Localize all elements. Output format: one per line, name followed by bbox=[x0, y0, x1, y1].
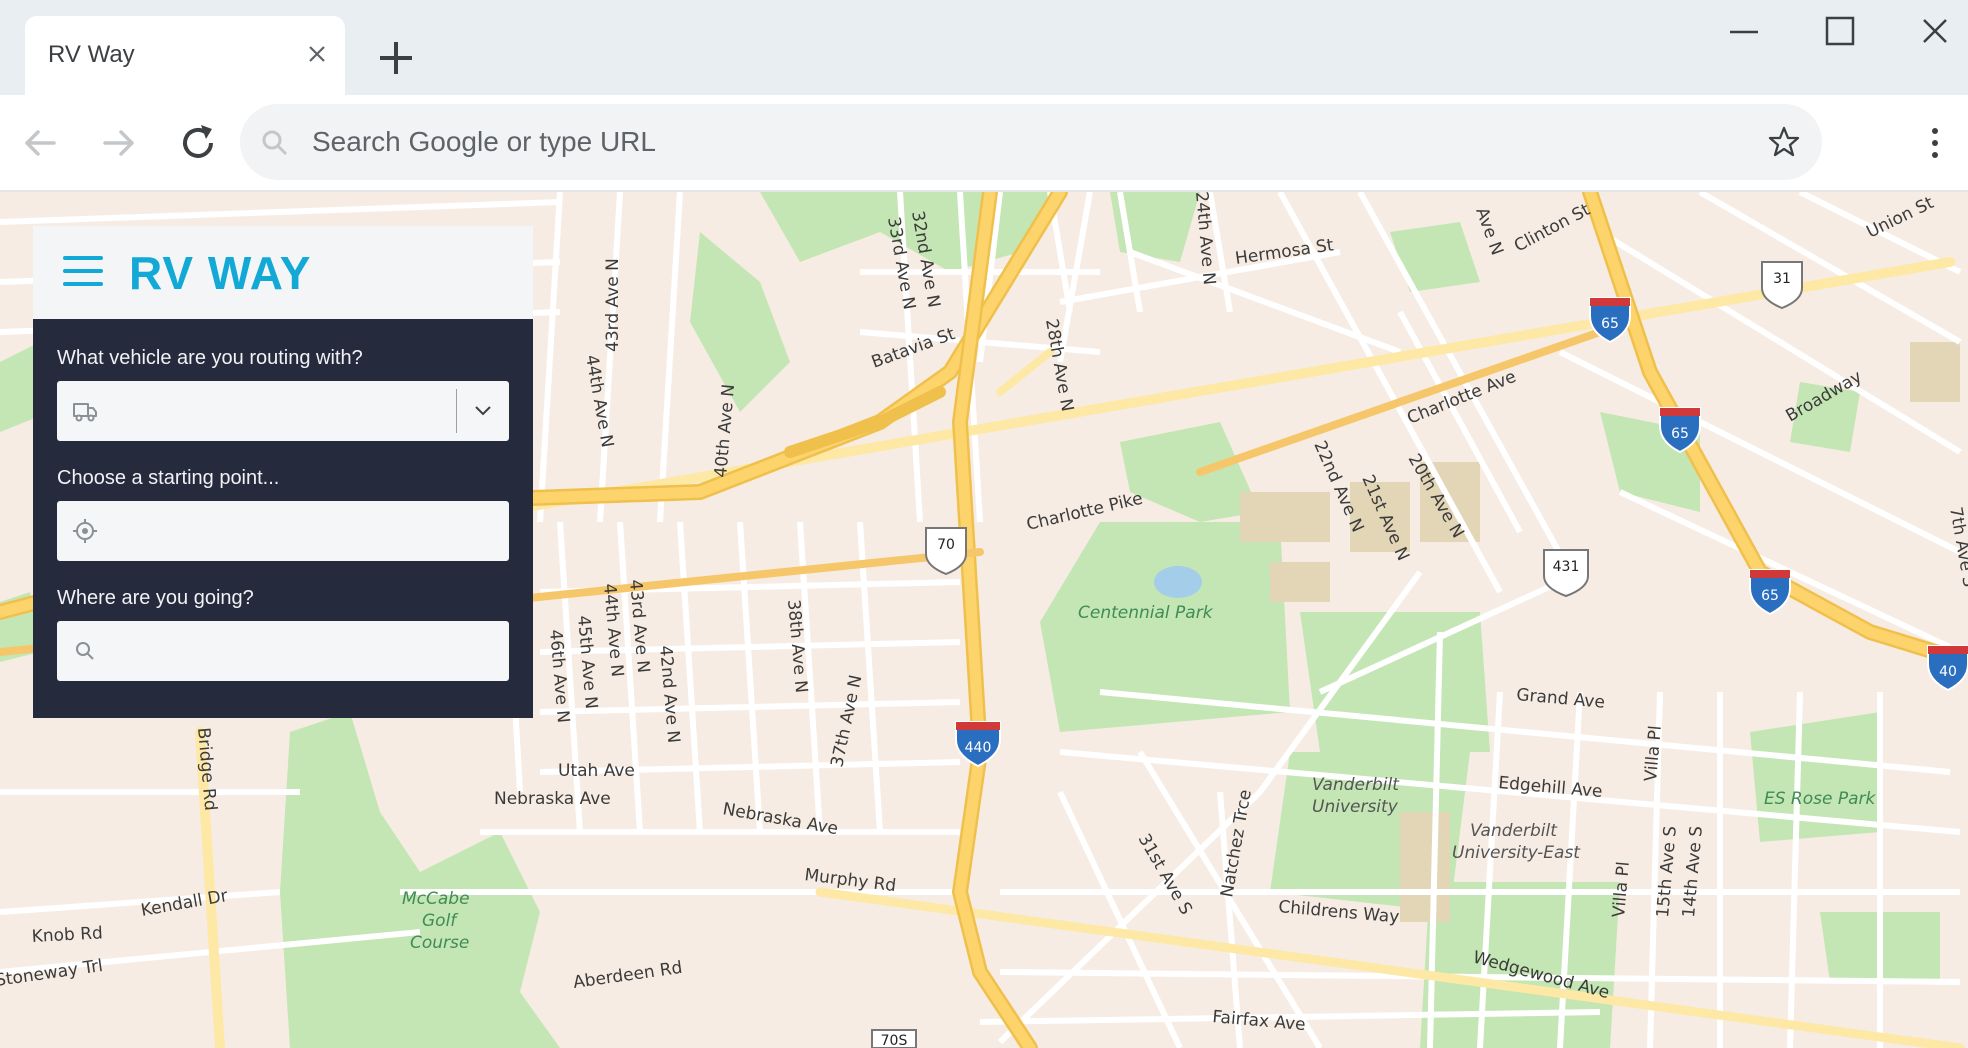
forward-arrow-icon[interactable] bbox=[95, 119, 143, 167]
label-mccabe-1: McCabe bbox=[402, 889, 470, 909]
destination-input[interactable] bbox=[113, 621, 497, 683]
vehicle-select[interactable] bbox=[57, 381, 509, 443]
search-icon bbox=[76, 642, 94, 660]
svg-text:431: 431 bbox=[1553, 559, 1580, 575]
route-panel: RV WAY What vehicle are you routing with… bbox=[33, 226, 533, 718]
label-utah-ave: Utah Ave bbox=[558, 761, 635, 781]
svg-text:65: 65 bbox=[1761, 588, 1779, 604]
maximize-icon[interactable] bbox=[1810, 10, 1870, 60]
us-31-shield: 31 bbox=[1761, 261, 1803, 310]
minimize-icon[interactable] bbox=[1714, 10, 1774, 60]
destination-label: Where are you going? bbox=[57, 587, 254, 609]
back-arrow-icon[interactable] bbox=[16, 119, 64, 167]
label-mccabe-3: Course bbox=[410, 933, 469, 953]
close-icon[interactable] bbox=[305, 42, 329, 66]
label-43rd-ave-n-1: 43rd Ave N bbox=[603, 258, 623, 352]
search-icon bbox=[262, 130, 288, 156]
vehicle-input[interactable] bbox=[113, 381, 497, 443]
us-70-shield: 70 bbox=[925, 527, 967, 576]
hamburger-menu-icon[interactable] bbox=[63, 256, 103, 286]
star-icon[interactable] bbox=[1766, 124, 1802, 160]
label-vanderbilt-east-2: University-East bbox=[1452, 843, 1581, 863]
vehicle-label: What vehicle are you routing with? bbox=[57, 347, 363, 369]
panel-form: What vehicle are you routing with? Choos… bbox=[33, 319, 533, 718]
label-vanderbilt-2: University bbox=[1312, 797, 1399, 817]
tab-title: RV Way bbox=[48, 41, 135, 68]
kebab-menu-icon[interactable] bbox=[1920, 123, 1950, 163]
lake bbox=[1154, 566, 1202, 598]
svg-text:65: 65 bbox=[1601, 316, 1619, 332]
label-knob-rd: Knob Rd bbox=[31, 923, 103, 947]
svg-text:70S: 70S bbox=[881, 1033, 908, 1048]
window-close-icon[interactable] bbox=[1904, 10, 1964, 60]
address-bar-placeholder: Search Google or type URL bbox=[312, 126, 656, 157]
address-bar[interactable]: Search Google or type URL bbox=[240, 104, 1822, 180]
label-vanderbilt-1: Vanderbilt bbox=[1312, 775, 1400, 795]
browser-toolbar: Search Google or type URL bbox=[0, 95, 1968, 192]
browser-tab[interactable]: RV Way bbox=[25, 16, 345, 95]
start-field[interactable] bbox=[57, 501, 509, 563]
brand-title: RV WAY bbox=[129, 247, 312, 299]
svg-text:40: 40 bbox=[1939, 664, 1957, 680]
svg-text:31: 31 bbox=[1773, 271, 1791, 287]
us-70s-shield: 70S bbox=[871, 1029, 917, 1048]
start-label: Choose a starting point... bbox=[57, 467, 280, 489]
label-centennial-park: Centennial Park bbox=[1078, 603, 1214, 623]
reload-icon[interactable] bbox=[174, 119, 222, 167]
svg-text:440: 440 bbox=[965, 740, 992, 756]
label-nebraska-ave-1: Nebraska Ave bbox=[494, 789, 611, 809]
browser-tab-strip: RV Way bbox=[0, 0, 1968, 95]
location-target-icon bbox=[73, 519, 97, 543]
label-mccabe-2: Golf bbox=[422, 911, 459, 931]
svg-text:65: 65 bbox=[1671, 426, 1689, 442]
chevron-down-icon[interactable] bbox=[471, 399, 495, 423]
us-431-shield: 431 bbox=[1543, 549, 1589, 598]
destination-field[interactable] bbox=[57, 621, 509, 683]
truck-icon bbox=[73, 403, 97, 422]
plus-icon[interactable] bbox=[372, 34, 420, 82]
svg-text:70: 70 bbox=[937, 537, 955, 553]
panel-header: RV WAY bbox=[33, 226, 533, 319]
start-input[interactable] bbox=[113, 501, 497, 563]
select-divider bbox=[456, 389, 457, 433]
label-es-rose-park: ES Rose Park bbox=[1764, 789, 1877, 809]
label-vanderbilt-east-1: Vanderbilt bbox=[1470, 821, 1558, 841]
